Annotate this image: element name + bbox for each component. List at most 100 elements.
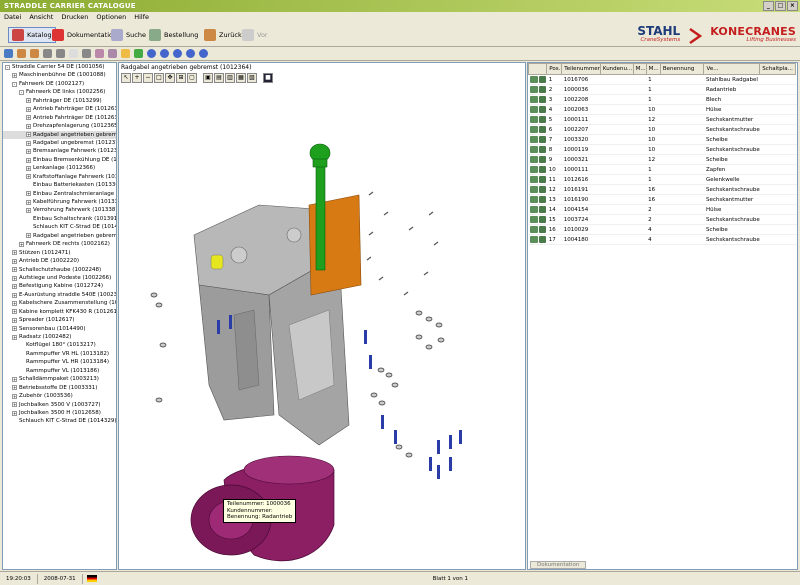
view-part-icon[interactable] [529, 116, 538, 123]
tree-item[interactable]: + Aufstiege und Podeste (1002266) [3, 274, 116, 282]
washer[interactable] [395, 444, 403, 450]
folder-icon[interactable] [121, 49, 130, 58]
pan-tool-icon[interactable]: ✥ [165, 73, 175, 83]
cart-icon[interactable] [538, 216, 546, 223]
tree-item[interactable]: + Schallschutzhaube (1002248) [3, 266, 116, 274]
washer[interactable] [378, 400, 386, 406]
bolt[interactable] [369, 355, 372, 369]
screw[interactable] [368, 231, 374, 236]
menu-drucken[interactable]: Drucken [61, 12, 88, 23]
tree-item[interactable]: +Radgabel angetrieben gebremst (... [3, 232, 116, 240]
collapse-icon[interactable]: - [12, 81, 17, 87]
cart-icon[interactable] [538, 236, 546, 243]
washer[interactable] [159, 342, 167, 348]
screw[interactable] [428, 211, 434, 216]
table-row[interactable]: 16 1010029 4 Scheibe [528, 224, 797, 235]
view-part-icon[interactable] [529, 196, 538, 203]
washer[interactable] [370, 392, 378, 398]
cart-icon[interactable] [538, 226, 546, 233]
tree-item[interactable]: + Verrohrung Fahrwerk (1013387) [3, 206, 116, 214]
expand-icon[interactable]: + [12, 410, 17, 416]
tree-item[interactable]: +Einbau Bremsenkühlung DE (1012... [3, 156, 116, 164]
dokumentation-tab[interactable]: Dokumentation [530, 561, 587, 569]
expand-icon[interactable]: + [12, 267, 17, 273]
table-row[interactable]: 13 1016190 16 Sechskantmutter [528, 194, 797, 205]
cart-icon[interactable] [538, 96, 546, 103]
tree-item[interactable]: + Drehzapfenlagerung (1012365) [3, 122, 116, 130]
cart-icon[interactable] [538, 76, 546, 83]
view-part-icon[interactable] [529, 136, 538, 143]
tree-item[interactable]: + Jochbalken 3500 V (1003727) [3, 401, 116, 409]
cart-icon[interactable] [538, 126, 546, 133]
table-row[interactable]: 8 1000119 10 Sechskantschraube [528, 144, 797, 155]
zoom-out-tool-icon[interactable]: − [143, 73, 153, 83]
washer[interactable] [385, 372, 393, 378]
screw[interactable] [423, 271, 429, 276]
expand-icon[interactable]: + [26, 174, 31, 180]
blue-circle-icon-2[interactable] [160, 49, 169, 58]
view-part-icon[interactable] [529, 216, 538, 223]
settings-icon[interactable] [95, 49, 104, 58]
washer[interactable] [405, 452, 413, 458]
table-row[interactable]: 15 1003724 2 Sechskantschraube [528, 214, 797, 225]
tree-item[interactable]: + Radgabel ungebremst (1012377) [3, 139, 116, 147]
table-row[interactable]: 4 1002063 10 Hülse [528, 104, 797, 115]
tree-item[interactable]: Einbau Batteriekasten (1013368) [3, 181, 116, 189]
view-part-icon[interactable] [529, 76, 538, 83]
table-row[interactable]: 11 1012616 1 Gelenkwelle [528, 174, 797, 185]
expand-icon[interactable]: + [26, 149, 31, 155]
shaded-mode-icon[interactable]: ▦ [236, 73, 246, 83]
cart-icon[interactable] [538, 106, 546, 113]
tree-item[interactable]: +Radgabel angetrieben gebremst (1012364) [3, 130, 116, 139]
tree-item[interactable]: + Sensorenbau (1014490) [3, 325, 116, 333]
tool-icon[interactable] [108, 49, 117, 58]
tree-item[interactable]: + Antrieb DE (1002220) [3, 257, 116, 265]
blue-circle-icon-5[interactable] [199, 49, 208, 58]
expand-icon[interactable]: + [26, 191, 31, 197]
view-part-icon[interactable] [529, 96, 538, 103]
3d-view-icon[interactable]: ■ [263, 73, 273, 83]
tree-item[interactable]: Schlauch KIT C-Strad DE (1014329) [3, 417, 116, 425]
view-part-icon[interactable] [529, 176, 538, 183]
tree-item[interactable]: Einbau Schaltschrank (1013911) [3, 215, 116, 223]
expand-icon[interactable]: + [12, 402, 17, 408]
column-header[interactable]: Kundenu... [599, 63, 634, 75]
column-header[interactable] [528, 63, 548, 75]
tree-item[interactable]: + Betriebsstoffe DE (1003331) [3, 384, 116, 392]
cart-icon[interactable] [538, 206, 546, 213]
expand-icon[interactable]: + [12, 258, 17, 264]
table-row[interactable]: 2 1000036 1 Radantrieb [528, 84, 797, 95]
left-arrow-icon[interactable] [17, 49, 26, 58]
expand-icon[interactable]: + [26, 199, 31, 205]
view-part-icon[interactable] [529, 186, 538, 193]
screw[interactable] [368, 191, 374, 196]
blue-circle-icon[interactable] [147, 49, 156, 58]
washer[interactable] [150, 292, 158, 298]
table-row[interactable]: 6 1002207 10 Sechskantschraube [528, 124, 797, 135]
bolt[interactable] [364, 330, 367, 344]
close-button[interactable]: × [787, 1, 798, 11]
column-header[interactable]: Benennung [659, 63, 705, 75]
expand-icon[interactable]: + [12, 317, 17, 323]
bolt[interactable] [449, 457, 452, 471]
table-row[interactable]: 3 1002208 1 Blech [528, 94, 797, 105]
view-part-icon[interactable] [529, 106, 538, 113]
tree-item[interactable]: + Antrieb Fahrträger DE (1012631) [3, 105, 116, 113]
screw[interactable] [378, 276, 384, 281]
print-icon[interactable] [82, 49, 91, 58]
view-part-icon[interactable] [529, 236, 538, 243]
view-part-icon[interactable] [529, 156, 538, 163]
washer[interactable] [155, 302, 163, 308]
tree-item[interactable]: +Kabelschere Zusammenstellung (101309... [3, 299, 116, 307]
table-row[interactable]: 10 1000111 1 Zapfen [528, 164, 797, 175]
tree-item[interactable]: Schlauch KIT C-Strad DE (101484... [3, 223, 116, 231]
expand-icon[interactable]: + [12, 284, 17, 290]
table-row[interactable]: 14 1004154 2 Hülse [528, 204, 797, 215]
view-part-icon[interactable] [529, 226, 538, 233]
table-row[interactable]: 12 1016191 16 Sechskantschraube [528, 184, 797, 195]
washer[interactable] [391, 382, 399, 388]
washer[interactable] [155, 397, 163, 403]
table-row[interactable]: 9 1000321 12 Scheibe [528, 154, 797, 165]
up-icon[interactable] [43, 49, 52, 58]
washer[interactable] [425, 344, 433, 350]
